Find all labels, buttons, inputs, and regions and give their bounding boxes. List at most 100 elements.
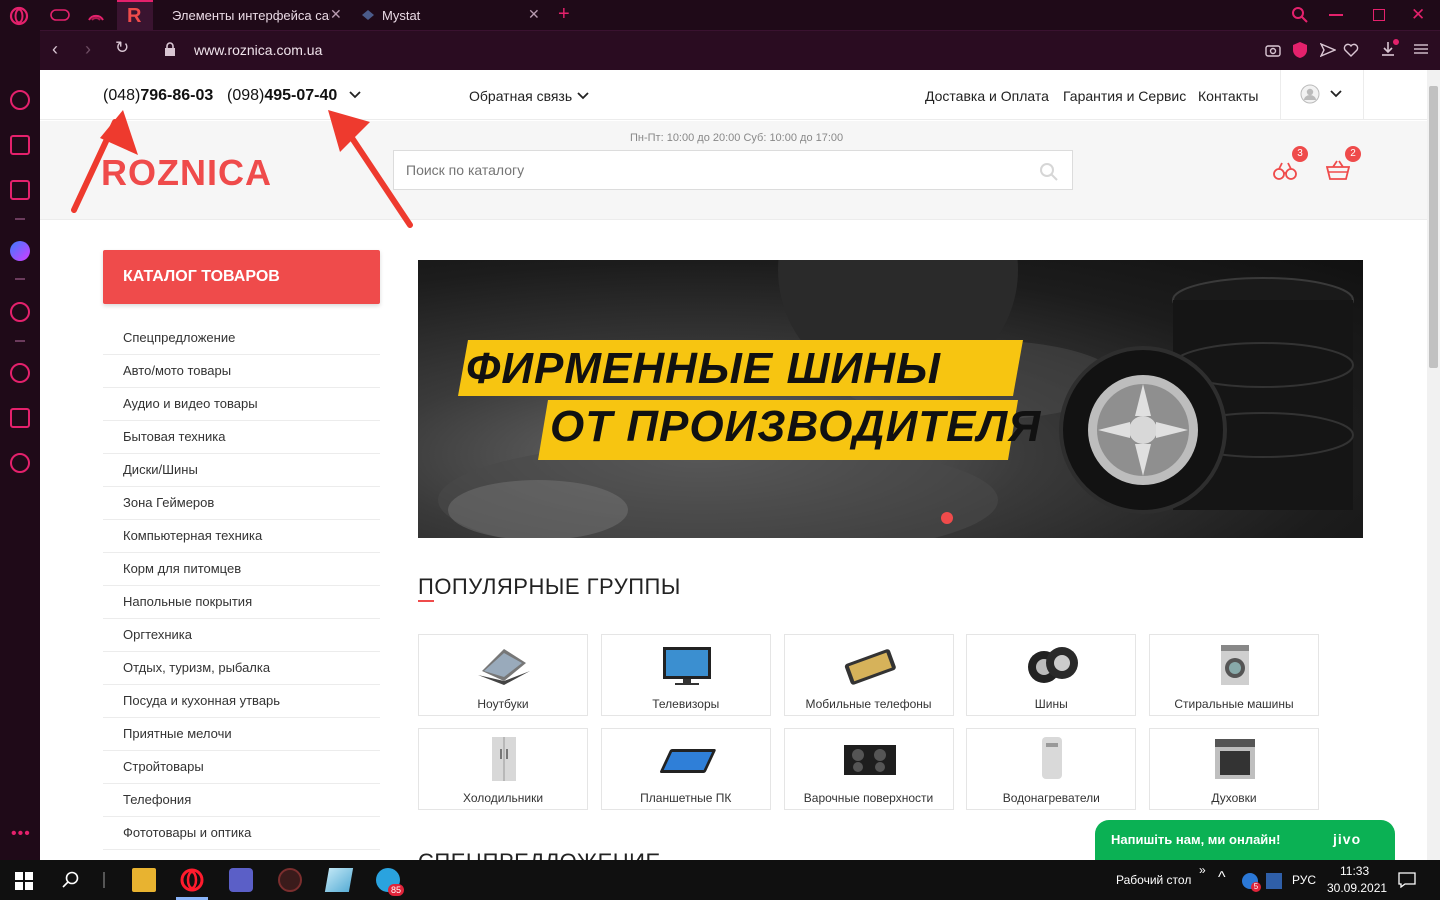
category-item[interactable]: Оргтехника [103, 619, 380, 652]
category-item[interactable]: Зона Геймеров [103, 487, 380, 520]
cart-basket-icon[interactable] [1326, 160, 1350, 180]
gx-control-icon[interactable] [86, 6, 106, 24]
category-item[interactable]: Напольные покрытия [103, 586, 380, 619]
category-item[interactable]: Фототовары и оптика [103, 817, 380, 850]
category-item[interactable]: Диски/Шины [103, 454, 380, 487]
oven-icon [1215, 739, 1255, 779]
twitch-icon[interactable] [10, 180, 30, 200]
notifications-icon[interactable] [1398, 872, 1416, 888]
url-text[interactable]: www.roznica.com.ua [194, 42, 322, 58]
close-tab-icon[interactable]: ✕ [330, 6, 342, 23]
catalog-button[interactable]: КАТАЛОГ ТОВАРОВ [103, 250, 380, 304]
tab-title: Элементы интерфейса сайт [172, 7, 330, 23]
heart-icon[interactable] [1343, 43, 1359, 57]
app-taskbar-icon[interactable] [278, 868, 302, 892]
popular-group-card[interactable]: Водонагреватели [966, 728, 1137, 810]
chevron-down-icon[interactable] [1330, 90, 1342, 98]
nav-contacts[interactable]: Контакты [1198, 88, 1258, 104]
category-item[interactable]: Отдых, туризм, рыбалка [103, 652, 380, 685]
category-item[interactable]: Телефония [103, 784, 380, 817]
category-item[interactable]: Авто/мото товары [103, 355, 380, 388]
more-icon[interactable]: ••• [11, 825, 31, 843]
tray-chevron-up-icon[interactable]: ^ [1218, 869, 1226, 887]
clock-date[interactable]: 30.09.2021 [1327, 881, 1387, 895]
promo-banner[interactable]: ФИРМЕННЫЕ ШИНЫ ОТ ПРОИЗВОДИТЕЛЯ [418, 260, 1363, 538]
history-icon[interactable] [10, 363, 30, 383]
category-item[interactable]: Посуда и кухонная утварь [103, 685, 380, 718]
tab-roznica[interactable]: R [117, 0, 153, 30]
boiler-icon [1042, 737, 1063, 779]
lock-icon[interactable] [164, 42, 176, 57]
maximize-icon[interactable] [1373, 9, 1385, 21]
windows-start-icon[interactable] [15, 872, 33, 890]
category-item[interactable]: Приятные мелочи [103, 718, 380, 751]
popular-group-card[interactable]: Планшетные ПК [600, 728, 771, 810]
category-item[interactable]: Спецпредложение [103, 322, 380, 355]
popular-group-label: Мобильные телефоны [805, 697, 932, 711]
slider-dot-active[interactable] [941, 512, 953, 524]
popular-group-card[interactable]: Телевизоры [600, 634, 771, 716]
chevron-down-icon[interactable] [349, 91, 361, 99]
search-input[interactable] [394, 151, 994, 189]
popular-group-card[interactable]: Ноутбуки [418, 634, 588, 716]
popular-group-card[interactable]: Варочные поверхности [783, 728, 954, 810]
popular-group-card[interactable]: Шины [966, 634, 1137, 716]
category-item[interactable]: Корм для питомцев [103, 553, 380, 586]
search-tabs-icon[interactable] [1291, 6, 1309, 24]
popular-group-card[interactable]: Мобильные телефоны [783, 634, 954, 716]
forward-icon[interactable]: › [85, 39, 91, 60]
tray-network-icon[interactable] [1266, 873, 1282, 889]
minimize-icon[interactable] [1329, 14, 1343, 16]
close-window-icon[interactable]: ✕ [1411, 5, 1425, 25]
search-icon[interactable] [1039, 162, 1059, 182]
popular-group-card[interactable]: Духовки [1149, 728, 1319, 810]
popular-group-card[interactable]: Холодильники [418, 728, 588, 810]
user-avatar-icon[interactable] [1300, 84, 1320, 104]
settings-icon[interactable] [10, 453, 30, 473]
toolbar-expand-icon[interactable]: » [1199, 863, 1206, 877]
back-icon[interactable]: ‹ [52, 39, 58, 60]
chevron-down-icon[interactable] [577, 92, 589, 100]
extensions-icon[interactable] [10, 408, 30, 428]
opera-taskbar-icon[interactable] [180, 868, 204, 892]
snapshot-icon[interactable] [1265, 43, 1281, 57]
phone-1[interactable]: (048)796-86-03 [103, 87, 213, 105]
category-item[interactable]: Стройтовары [103, 751, 380, 784]
reload-icon[interactable]: ↻ [115, 38, 129, 58]
category-item[interactable]: Аудио и видео товары [103, 388, 380, 421]
tab-mystat[interactable]: Mystat [356, 2, 526, 28]
opera-logo-icon[interactable] [9, 6, 29, 26]
category-item[interactable]: Компьютерная техника [103, 520, 380, 553]
shopping-bag-icon[interactable] [10, 135, 30, 155]
browser-sidebar: ••• [0, 30, 40, 860]
new-tab-icon[interactable]: + [558, 3, 570, 26]
close-tab-icon[interactable]: ✕ [528, 6, 540, 23]
nav-delivery[interactable]: Доставка и Оплата [925, 88, 1049, 104]
popular-group-label: Духовки [1211, 791, 1257, 805]
messenger-icon[interactable] [10, 241, 30, 261]
language-indicator[interactable]: РУС [1292, 873, 1316, 887]
speed-dial-icon[interactable] [10, 90, 30, 110]
feedback-link[interactable]: Обратная связь [469, 88, 572, 104]
category-item[interactable]: Бытовая техника [103, 421, 380, 454]
annotation-arrows [71, 110, 413, 228]
teams-icon[interactable] [229, 868, 253, 892]
file-explorer-icon[interactable] [132, 868, 156, 892]
send-icon[interactable] [1320, 43, 1336, 57]
search-icon[interactable] [62, 871, 80, 889]
phone-2[interactable]: (098)495-07-40 [227, 87, 337, 105]
notes-taskbar-icon[interactable] [324, 868, 354, 892]
popular-group-card[interactable]: Стиральные машины [1149, 634, 1319, 716]
jivo-chat-widget[interactable]: Напишіть нам, ми онлайн! jivo [1095, 820, 1395, 860]
shield-icon[interactable] [1292, 41, 1308, 59]
compare-binoculars-icon[interactable] [1273, 161, 1297, 181]
gamepad-icon[interactable] [50, 8, 70, 22]
nav-warranty[interactable]: Гарантия и Сервис [1063, 88, 1186, 104]
sidebar-divider [15, 278, 25, 280]
menu-icon[interactable] [1414, 43, 1428, 55]
clock-time[interactable]: 11:33 [1340, 864, 1369, 878]
desktop-toolbar-label[interactable]: Рабочий стол [1116, 873, 1191, 887]
player-icon[interactable] [10, 302, 30, 322]
tab-ui-elements[interactable]: Элементы интерфейса сайт [160, 2, 330, 28]
scrollbar-thumb[interactable] [1429, 86, 1438, 368]
